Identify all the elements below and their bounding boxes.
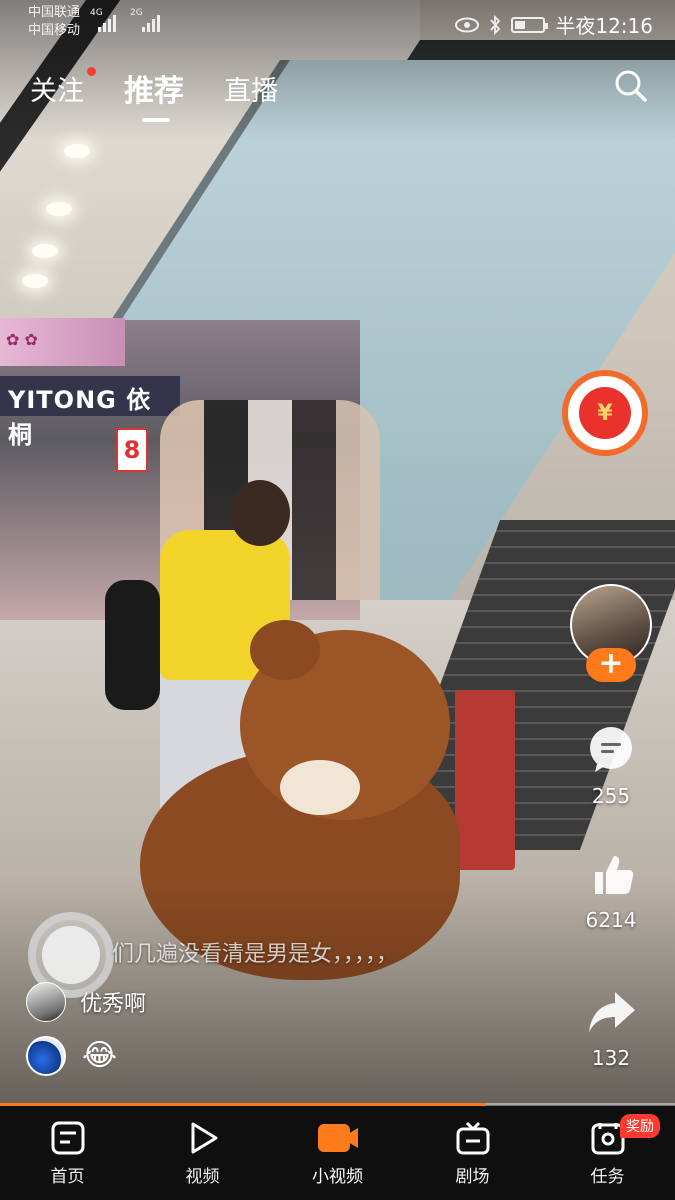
thumbs-up-icon xyxy=(595,856,634,894)
red-packet-icon: ¥ xyxy=(579,387,631,439)
notification-dot xyxy=(87,66,96,76)
dancer-head xyxy=(230,480,290,546)
eye-icon xyxy=(455,17,480,32)
ceiling-light xyxy=(22,274,48,288)
clock: 半夜12:16 xyxy=(555,14,653,38)
home-icon xyxy=(51,1121,84,1155)
like-button[interactable]: 6214 xyxy=(575,848,647,932)
tab-short-video[interactable]: 小视频 xyxy=(270,1106,405,1200)
search-button[interactable] xyxy=(611,66,651,106)
tab-following-label: 关注 xyxy=(30,75,84,107)
follow-button[interactable]: + xyxy=(586,648,636,682)
tab-recommended-label: 推荐 xyxy=(124,74,184,109)
tab-short-video-label: 小视频 xyxy=(312,1167,363,1187)
reactions-row: 😂 xyxy=(26,1036,117,1076)
carrier-labels: 中国联通 中国移动 xyxy=(28,4,80,40)
author-row[interactable]: 优秀啊 xyxy=(26,982,146,1022)
tab-theater[interactable]: 剧场 xyxy=(405,1106,540,1200)
store-sign: YITONG 依桐 xyxy=(0,376,180,449)
share-button[interactable]: 132 xyxy=(575,986,647,1070)
tab-theater-label: 剧场 xyxy=(455,1167,490,1187)
laughing-emoji-icon: 😂 xyxy=(82,1038,118,1073)
share-count: 132 xyxy=(591,1046,631,1070)
comment-icon xyxy=(590,727,632,772)
tab-following[interactable]: 关注 xyxy=(30,66,96,108)
tab-home-label: 首页 xyxy=(50,1167,85,1187)
author-name[interactable]: 优秀啊 xyxy=(80,986,146,1018)
red-packet-button[interactable]: ¥ xyxy=(562,370,648,456)
tab-recommended[interactable]: 推荐 xyxy=(124,66,184,122)
carrier-top: 中国联通 xyxy=(28,5,81,20)
tab-tasks-label: 任务 xyxy=(590,1167,625,1187)
price-tag: 8 xyxy=(116,428,148,472)
play-icon xyxy=(191,1122,217,1154)
comment-count: 255 xyxy=(591,784,631,808)
network-type-bottom: 2G xyxy=(130,8,143,18)
bottom-tab-bar: 首页 视频 小视频 剧场 任务 奖励 xyxy=(0,1106,675,1200)
video-caption: 们几遍没看清是男是女，，，，， xyxy=(112,942,399,967)
top-tabs: 关注 推荐 直播 xyxy=(30,66,278,122)
tab-video-label: 视频 xyxy=(185,1167,220,1187)
tab-home[interactable]: 首页 xyxy=(0,1106,135,1200)
bluetooth-icon xyxy=(490,14,501,35)
tv-icon xyxy=(456,1121,489,1155)
search-icon xyxy=(615,70,647,102)
signal-icon xyxy=(142,12,160,32)
red-packet-symbol: ¥ xyxy=(597,400,613,426)
short-video-icon xyxy=(317,1124,358,1152)
ceiling-light xyxy=(64,144,90,158)
reward-badge: 奖励 xyxy=(620,1114,660,1138)
comment-button[interactable]: 255 xyxy=(575,724,647,808)
ceiling-light xyxy=(46,202,72,216)
reaction-avatar[interactable] xyxy=(26,1036,66,1076)
ceiling-light xyxy=(32,244,58,258)
carrier-bottom: 中国移动 xyxy=(28,23,81,38)
tab-tasks[interactable]: 任务 奖励 xyxy=(540,1106,675,1200)
tab-live-label: 直播 xyxy=(224,75,278,107)
store-banner: ✿ ✿ xyxy=(0,318,125,366)
tab-video[interactable]: 视频 xyxy=(135,1106,270,1200)
battery-icon xyxy=(511,16,549,33)
share-icon xyxy=(589,992,635,1032)
like-count: 6214 xyxy=(585,908,637,932)
signal-icon xyxy=(98,12,116,32)
status-bar: 中国联通 中国移动 4G 2G 半夜12:16 xyxy=(0,0,675,44)
tab-live[interactable]: 直播 xyxy=(224,69,278,108)
status-right: 半夜12:16 xyxy=(455,10,653,39)
author-avatar[interactable] xyxy=(26,982,66,1022)
